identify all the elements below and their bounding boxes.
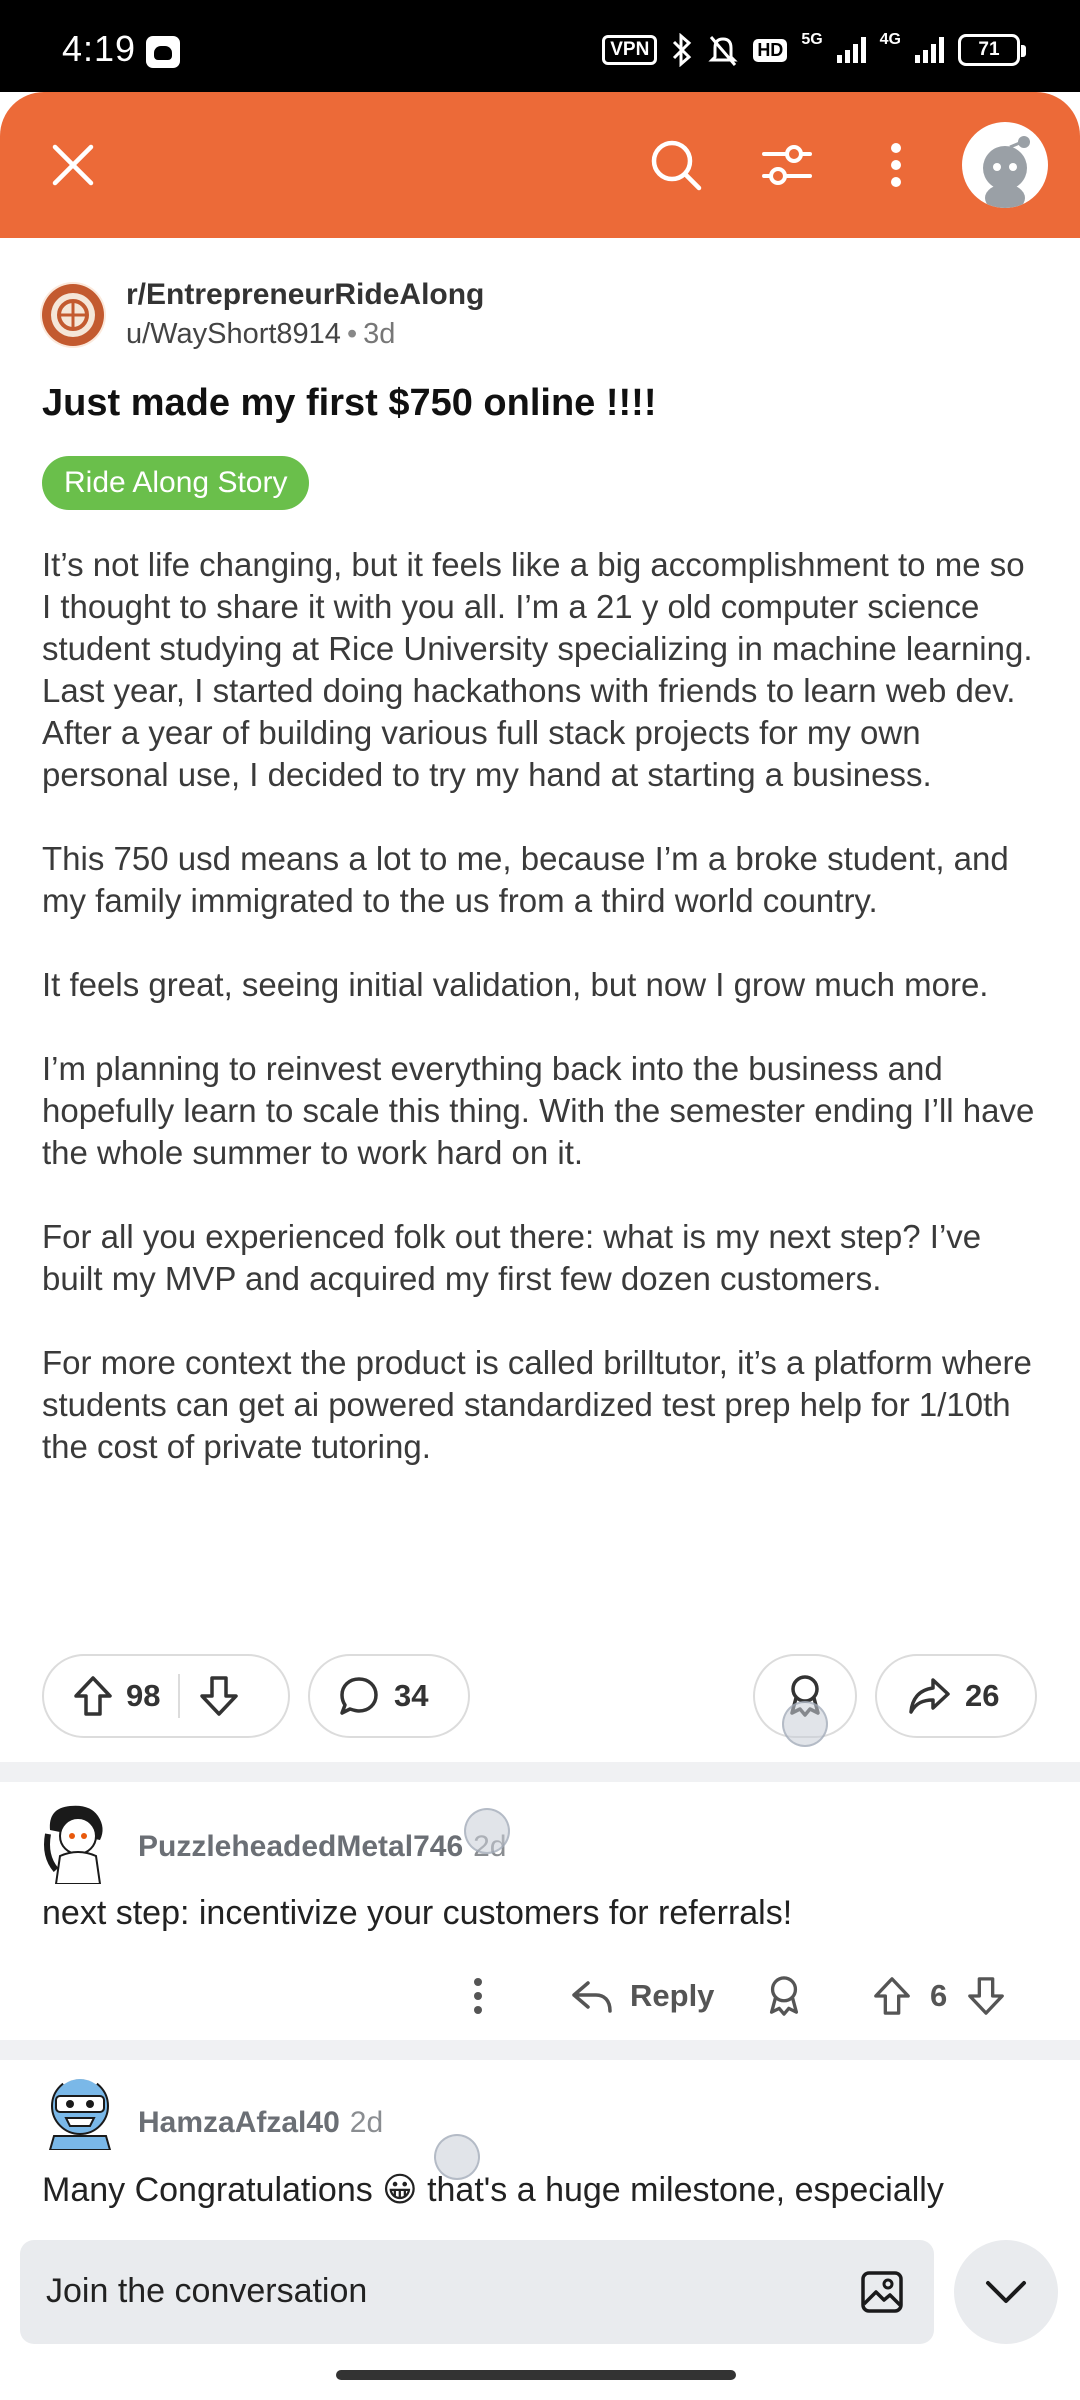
share-button[interactable]: 26 <box>875 1654 1037 1738</box>
bell-muted-icon <box>708 36 738 66</box>
signal-icon <box>836 37 866 63</box>
post-flair[interactable]: Ride Along Story <box>42 456 310 510</box>
post-paragraph: For all you experienced folk out there: … <box>42 1218 982 1297</box>
more-vertical-icon <box>891 143 901 187</box>
more-options-button[interactable] <box>863 132 929 198</box>
comment-author-name[interactable]: HamzaAfzal40 <box>138 2106 340 2139</box>
comment-author-name[interactable]: PuzzleheadedMetal746 <box>138 1830 463 1863</box>
post-paragraph: It feels great, seeing initial validatio… <box>42 966 989 1003</box>
close-icon <box>52 144 94 186</box>
byline-separator: • <box>346 318 358 350</box>
user-avatar-button[interactable] <box>962 122 1048 208</box>
search-icon <box>651 140 702 191</box>
top-app-bar <box>0 92 1080 238</box>
share-count: 26 <box>965 1678 1000 1713</box>
join-conversation-input[interactable]: Join the conversation <box>20 2240 934 2344</box>
filter-icon <box>762 145 812 185</box>
comment-actions: Reply 6 <box>0 1966 1080 2026</box>
battery-level: 71 <box>978 39 1000 60</box>
post-paragraph: It’s not life changing, but it feels lik… <box>42 546 1033 793</box>
home-indicator[interactable] <box>336 2370 736 2380</box>
search-button[interactable] <box>643 132 709 198</box>
post-body: It’s not life changing, but it feels lik… <box>42 544 1042 1510</box>
network-4g-label: 4G <box>879 31 901 48</box>
network-5g-label: 5G <box>801 31 823 48</box>
comment-more-button[interactable] <box>472 1966 484 2026</box>
vpn-icon: VPN <box>602 35 658 65</box>
subreddit-icon[interactable] <box>40 282 106 348</box>
filter-button[interactable] <box>754 132 820 198</box>
downvote-icon[interactable] <box>198 1674 240 1718</box>
post-paragraph: For more context the product is called b… <box>42 1344 1032 1465</box>
notification-app-icon <box>146 36 180 68</box>
comment-icon <box>340 1677 378 1715</box>
collapse-button[interactable] <box>954 2240 1058 2344</box>
reply-icon <box>572 1981 612 2013</box>
touch-indicator <box>782 1701 828 1747</box>
status-bar: 4:19 VPN HD 5G 4G 71 <box>0 0 1080 92</box>
close-button[interactable] <box>40 132 106 198</box>
comment-age: 2d <box>349 2106 384 2139</box>
vote-divider <box>178 1674 181 1718</box>
vote-control: 98 <box>42 1654 290 1738</box>
chevron-down-icon <box>986 2281 1026 2303</box>
image-attach-icon[interactable] <box>860 2270 904 2314</box>
status-time: 4:19 <box>62 28 137 69</box>
post-paragraph: I’m planning to reinvest everything back… <box>42 1050 1035 1171</box>
section-divider <box>0 1762 1080 1782</box>
comment-author[interactable]: PuzzleheadedMetal7462d <box>138 1830 507 1864</box>
comment-composer-bar: Join the conversation <box>0 2222 1080 2400</box>
upvote-icon[interactable] <box>72 1674 114 1718</box>
comment-score: 6 <box>930 1978 948 2013</box>
post-action-bar: 98 34 26 <box>0 1654 1080 1738</box>
signal-icon <box>915 37 944 63</box>
composer-placeholder: Join the conversation <box>46 2272 368 2310</box>
post-byline: u/WayShort8914 • 3d <box>126 318 395 351</box>
comment-author[interactable]: HamzaAfzal40 2d <box>138 2106 383 2140</box>
comment-award-button[interactable] <box>764 1966 804 2026</box>
comment-text: Many Congratulations 😀 that's a huge mil… <box>42 2171 944 2209</box>
battery-icon: 71 <box>958 34 1026 66</box>
hd-voice-icon: HD <box>753 38 788 62</box>
subreddit-name[interactable]: r/EntrepreneurRideAlong <box>126 278 484 312</box>
comment-count: 34 <box>394 1678 429 1713</box>
comment-upvote-button[interactable] <box>872 1966 912 2026</box>
touch-indicator <box>464 1808 510 1854</box>
comments-button[interactable]: 34 <box>308 1654 470 1738</box>
commenter-avatar[interactable] <box>40 1800 120 1885</box>
more-vertical-icon <box>474 1978 482 2014</box>
upvote-count: 98 <box>126 1678 161 1713</box>
post-age: 3d <box>363 318 396 350</box>
snoo-avatar-icon <box>983 136 1030 208</box>
reply-button[interactable]: Reply <box>570 1966 714 2026</box>
upvote-icon <box>874 1977 910 2015</box>
commenter-avatar[interactable] <box>40 2066 120 2151</box>
comment-downvote-button[interactable] <box>966 1966 1006 2026</box>
award-icon <box>769 1976 799 2016</box>
downvote-icon <box>968 1977 1004 2015</box>
reply-label: Reply <box>630 1978 715 2013</box>
section-divider <box>0 2040 1080 2060</box>
status-icons: VPN HD 5G 4G 71 <box>602 30 1026 70</box>
share-icon <box>909 1678 950 1714</box>
comment-text: next step: incentivize your customers fo… <box>42 1894 793 1932</box>
bluetooth-icon <box>673 33 692 67</box>
post-title: Just made my first $750 online !!!! <box>42 382 657 424</box>
post-paragraph: This 750 usd means a lot to me, because … <box>42 840 1009 919</box>
post-author[interactable]: u/WayShort8914 <box>126 318 341 350</box>
